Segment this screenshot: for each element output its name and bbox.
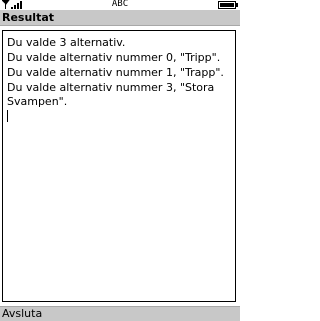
battery-icon [218,1,238,9]
text-caret [7,110,8,122]
result-line: Du valde alternativ nummer 0, "Tripp". [7,51,221,64]
result-line: Du valde alternativ nummer 1, "Trapp". [7,66,224,79]
input-mode-indicator: ABC [111,0,129,9]
softkey-bar: Avsluta [0,306,240,321]
screen-title: Resultat [2,11,55,24]
exit-softkey[interactable]: Avsluta [2,307,42,321]
result-line: Svampen". [7,95,68,108]
result-line: Du valde 3 alternativ. [7,36,126,49]
title-bar: Resultat [0,10,240,26]
result-line: Du valde alternativ nummer 3, "Stora [7,81,215,94]
result-text-box[interactable]: Du valde 3 alternativ. Du valde alternat… [2,30,236,302]
status-bar: ABC [0,0,240,10]
